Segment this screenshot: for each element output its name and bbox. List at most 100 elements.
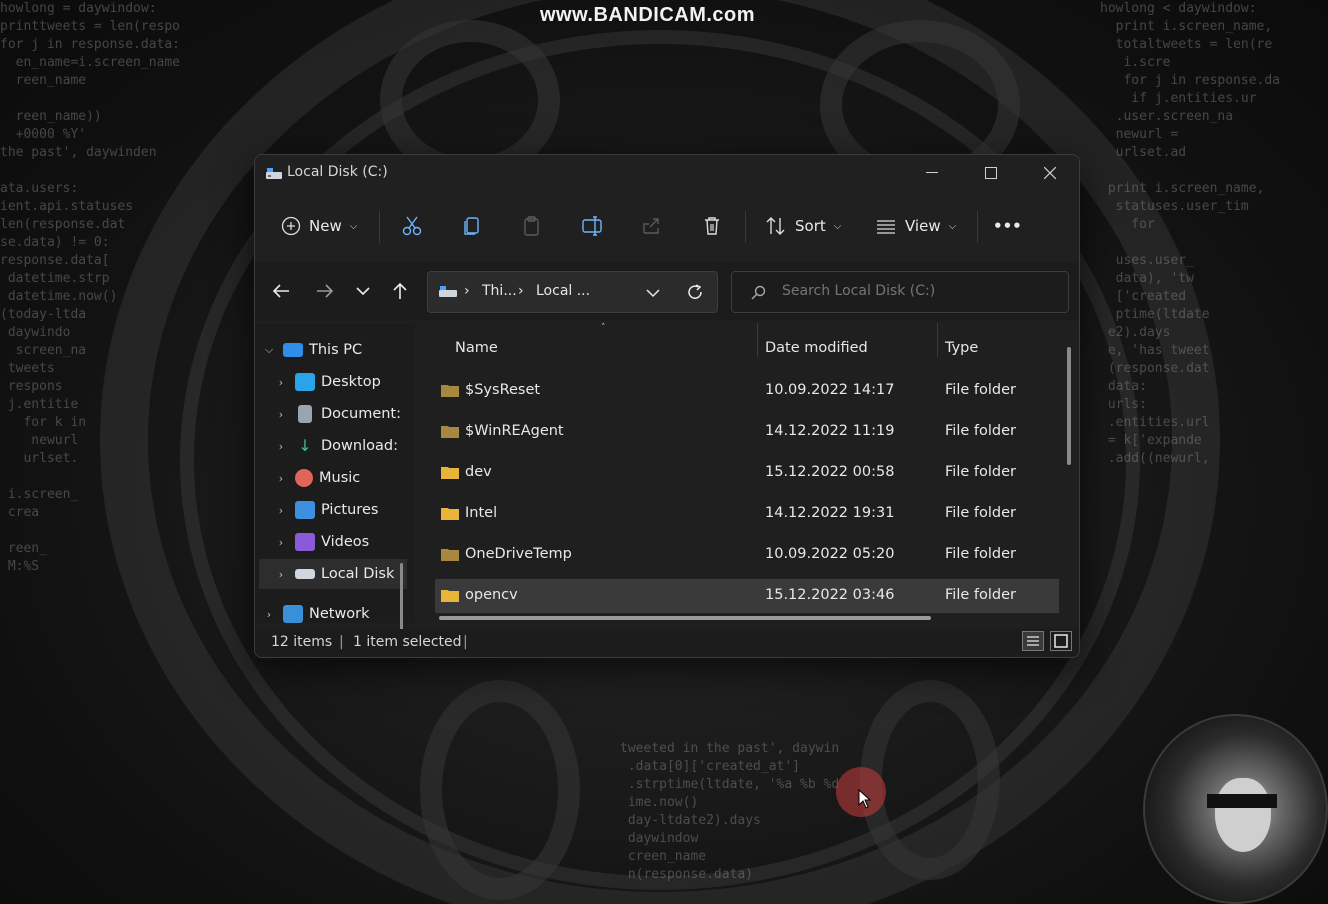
file-row[interactable]: $SysReset 10.09.2022 14:17 File folder (435, 374, 1059, 408)
column-header-type[interactable]: Type (945, 333, 978, 363)
maximize-button[interactable] (962, 155, 1020, 191)
folder-icon (441, 426, 459, 438)
breadcrumb-this-pc[interactable]: Thi... (482, 283, 517, 299)
file-row[interactable]: $WinREAgent 14.12.2022 11:19 File folder (435, 415, 1059, 449)
column-divider[interactable] (757, 323, 758, 357)
sidebar-item-downloads[interactable]: › ↓ Download: (273, 431, 398, 461)
delete-button[interactable] (701, 211, 723, 241)
paste-button[interactable] (521, 211, 543, 241)
wallpaper-code: howlong < daywindow: print i.screen_name… (1100, 1, 1281, 466)
status-divider: | (463, 634, 468, 650)
minimize-button[interactable] (903, 155, 961, 191)
file-name: Intel (465, 505, 498, 521)
webcam-overlay (1143, 714, 1328, 904)
recent-locations-button[interactable] (349, 277, 377, 305)
refresh-icon[interactable] (686, 283, 704, 301)
breadcrumb-separator: › (518, 283, 524, 299)
file-date: 10.09.2022 14:17 (765, 382, 895, 398)
copy-button[interactable] (461, 211, 483, 241)
selection-count: 1 item selected (353, 634, 462, 650)
chevron-down-icon: ⌵ (948, 220, 957, 232)
chevron-right-icon[interactable]: › (273, 440, 289, 453)
vertical-scrollbar[interactable] (1067, 347, 1071, 465)
search-box[interactable] (731, 271, 1069, 313)
navigation-bar: › Thi... › Local ... (255, 261, 1079, 321)
wallpaper-snake (420, 680, 580, 900)
file-row[interactable]: dev 15.12.2022 00:58 File folder (435, 456, 1059, 490)
more-options-button[interactable]: ••• (993, 211, 1022, 241)
document-icon (298, 405, 312, 423)
file-date: 15.12.2022 00:58 (765, 464, 895, 480)
sidebar-item-pictures[interactable]: › Pictures (273, 495, 378, 525)
copy-icon (464, 217, 479, 235)
details-view-button[interactable] (1022, 631, 1044, 651)
chevron-down-icon: ⌵ (349, 220, 358, 232)
view-button[interactable]: View ⌵ (875, 211, 956, 241)
wallpaper-code: howlong = daywindow: printtweets = len(r… (0, 1, 181, 574)
title-bar[interactable]: Local Disk (C:) (255, 155, 1079, 191)
arrow-left-icon (272, 284, 289, 298)
file-date: 14.12.2022 11:19 (765, 423, 895, 439)
webcam-face (1215, 778, 1271, 852)
cut-button[interactable] (401, 211, 423, 241)
address-bar[interactable]: › Thi... › Local ... (427, 271, 718, 313)
chevron-right-icon[interactable]: › (261, 608, 277, 621)
chevron-right-icon[interactable]: › (273, 408, 289, 421)
webcam-eye-band (1207, 794, 1277, 808)
file-list: ˄ Name Date modified Type $SysReset 10.0… (435, 323, 1071, 623)
sidebar-item-label: Local Disk (321, 566, 395, 582)
tiles-view-icon (1054, 634, 1068, 648)
sidebar-item-documents[interactable]: › Document: (273, 399, 401, 429)
breadcrumb-local-disk[interactable]: Local ... (536, 283, 590, 299)
search-input[interactable] (780, 282, 1054, 300)
scissors-icon (402, 216, 422, 236)
chevron-down-icon[interactable]: ⌵ (261, 343, 277, 357)
file-row[interactable]: OneDriveTemp 10.09.2022 05:20 File folde… (435, 538, 1059, 572)
horizontal-scrollbar[interactable] (439, 616, 931, 620)
drive-icon (295, 569, 315, 579)
file-row[interactable]: Intel 14.12.2022 19:31 File folder (435, 497, 1059, 531)
column-header-name[interactable]: Name (455, 333, 498, 363)
share-button[interactable] (641, 211, 663, 241)
back-button[interactable] (267, 277, 295, 305)
sidebar-item-local-disk[interactable]: › Local Disk (259, 559, 407, 589)
file-type: File folder (945, 464, 1016, 480)
file-name: OneDriveTemp (465, 546, 572, 562)
sidebar-item-label: This PC (309, 342, 363, 358)
music-icon (295, 469, 313, 487)
sidebar-item-this-pc[interactable]: ⌵ This PC (261, 335, 362, 365)
chevron-right-icon[interactable]: › (273, 568, 289, 581)
maximize-icon (985, 167, 997, 179)
close-button[interactable] (1021, 155, 1079, 191)
bandicam-watermark: www.BANDICAM.com (540, 4, 756, 26)
sidebar-item-desktop[interactable]: › Desktop (273, 367, 381, 397)
file-type: File folder (945, 587, 1016, 603)
toolbar-divider (745, 211, 746, 243)
view-label: View (905, 217, 941, 235)
column-header-date[interactable]: Date modified (765, 333, 868, 363)
share-icon (643, 218, 659, 234)
chevron-right-icon[interactable]: › (273, 472, 289, 485)
up-button[interactable] (386, 277, 414, 305)
sidebar-item-music[interactable]: › Music (273, 463, 360, 493)
tiles-view-button[interactable] (1050, 631, 1072, 651)
folder-icon (441, 590, 459, 602)
file-explorer-window: Local Disk (C:) New ⌵ Sort ⌵ View ⌵ ••• … (254, 154, 1080, 658)
sort-button[interactable]: Sort ⌵ (765, 211, 841, 241)
file-type: File folder (945, 546, 1016, 562)
file-row-selected[interactable]: opencv 15.12.2022 03:46 File folder (435, 579, 1059, 613)
chevron-right-icon[interactable]: › (273, 376, 289, 389)
sidebar-item-videos[interactable]: › Videos (273, 527, 369, 557)
forward-button[interactable] (311, 277, 339, 305)
new-button[interactable]: New ⌵ (281, 211, 357, 241)
chevron-right-icon[interactable]: › (273, 536, 289, 549)
chevron-down-icon[interactable] (646, 288, 660, 298)
chevron-right-icon[interactable]: › (273, 504, 289, 517)
sidebar-item-label: Network (309, 606, 370, 622)
sidebar-item-label: Music (319, 470, 361, 486)
column-divider[interactable] (937, 323, 938, 357)
sidebar-item-network[interactable]: › Network (261, 599, 370, 629)
pictures-icon (295, 501, 315, 519)
rename-button[interactable] (581, 211, 603, 241)
close-icon (1044, 167, 1056, 179)
